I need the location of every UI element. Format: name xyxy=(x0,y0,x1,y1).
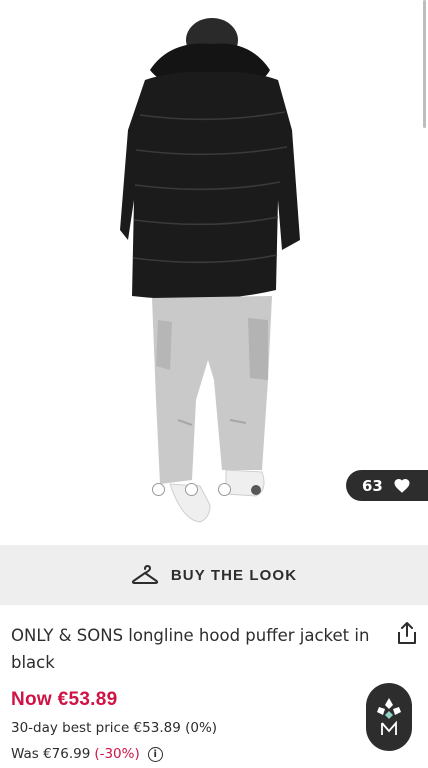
hanger-icon xyxy=(131,565,158,584)
was-price: Was €76.99 xyxy=(11,746,91,762)
best-price-note: 30-day best price €53.89 (0%) xyxy=(11,720,218,736)
brand-badge-icon xyxy=(377,698,401,735)
buy-the-look-button[interactable]: BUY THE LOOK xyxy=(0,545,428,605)
discount-percent: (-30%) xyxy=(94,746,140,762)
product-image xyxy=(120,18,300,523)
buy-the-look-label: BUY THE LOOK xyxy=(170,566,298,584)
heart-icon xyxy=(394,478,410,493)
gallery-dot[interactable] xyxy=(185,483,198,496)
product-title: ONLY & SONS longline hood puffer jacket … xyxy=(11,626,370,672)
brand-badge-button[interactable] xyxy=(366,683,412,751)
page-scrollbar[interactable] xyxy=(423,0,426,128)
gallery-dot-active[interactable] xyxy=(251,484,261,495)
share-icon[interactable] xyxy=(396,621,418,645)
info-icon[interactable]: i xyxy=(147,746,163,762)
gallery-pagination xyxy=(152,483,261,496)
current-price: Now €53.89 xyxy=(11,689,118,710)
gallery-dot[interactable] xyxy=(152,483,165,496)
likes-count: 63 xyxy=(362,476,383,495)
product-image-gallery[interactable]: 63 xyxy=(0,0,428,545)
save-for-later-button[interactable]: 63 xyxy=(346,470,428,501)
gallery-dot[interactable] xyxy=(218,483,231,496)
previous-price: Was €76.99 (-30%) i xyxy=(11,746,163,762)
